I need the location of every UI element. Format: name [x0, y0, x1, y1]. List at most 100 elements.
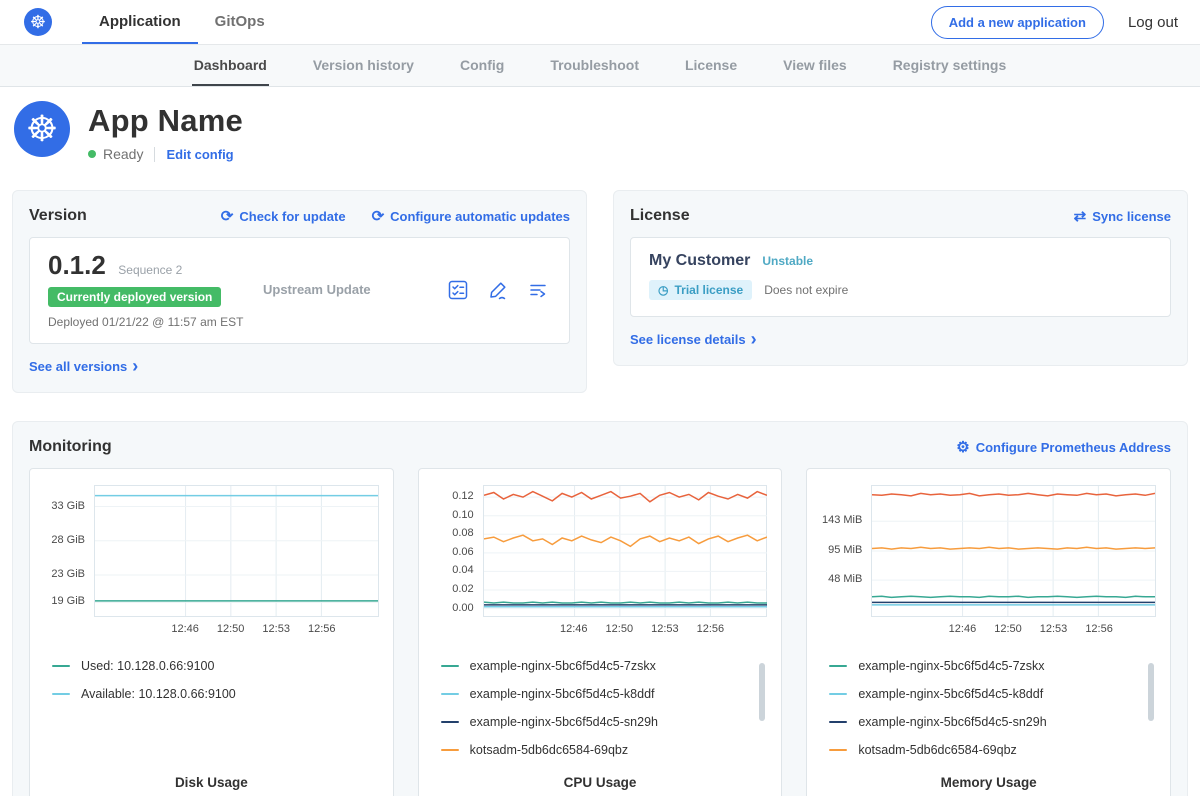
deployed-date: Deployed 01/21/22 @ 11:57 am EST [48, 315, 263, 329]
status-dot-icon [88, 150, 96, 158]
sync-arrows-icon: ⇄ [1074, 209, 1087, 224]
legend-item: kotsadm-5db6dc6584-69qbz [441, 743, 752, 757]
sequence-label: Sequence 2 [118, 263, 182, 277]
subnav-troubleshoot[interactable]: Troubleshoot [548, 45, 641, 86]
subnav-dashboard[interactable]: Dashboard [192, 45, 269, 86]
x-axis-label: 12:53 [262, 623, 290, 635]
y-axis-label: 19 GiB [51, 595, 85, 607]
sync-license-link[interactable]: ⇄ Sync license [1074, 209, 1171, 224]
version-card-title: Version [29, 207, 87, 225]
edit-config-link[interactable]: Edit config [166, 147, 233, 162]
chart-canvas [872, 486, 1155, 616]
legend-label: kotsadm-5db6dc6584-69qbz [470, 743, 628, 757]
edit-config-icon[interactable] [487, 279, 509, 301]
app-header: ☸ App Name Ready Edit config [0, 87, 1200, 180]
x-axis-label: 12:53 [1040, 623, 1068, 635]
legend-color-dash [829, 665, 847, 667]
y-axis-label: 33 GiB [51, 500, 85, 512]
chevron-right-icon: › [751, 332, 757, 346]
subnav-view-files[interactable]: View files [781, 45, 849, 86]
app-subnav: Dashboard Version history Config Trouble… [0, 45, 1200, 87]
y-axis-label: 0.02 [452, 583, 473, 595]
see-all-versions-link[interactable]: See all versions › [29, 359, 138, 374]
deploy-logs-icon[interactable] [527, 279, 549, 301]
legend-item: example-nginx-5bc6f5d4c5-7zskx [441, 659, 752, 673]
chart-series-line [484, 535, 767, 546]
monitoring-title: Monitoring [29, 438, 112, 456]
legend-scrollbar[interactable] [1148, 663, 1154, 721]
license-card-title: License [630, 207, 690, 225]
y-axis-label: 0.10 [452, 509, 473, 521]
chart-series-line [872, 493, 1155, 496]
legend-color-dash [441, 693, 459, 695]
license-card: License ⇄ Sync license My Customer Unsta… [613, 190, 1188, 366]
legend-item: example-nginx-5bc6f5d4c5-k8ddf [441, 687, 752, 701]
legend-label: example-nginx-5bc6f5d4c5-sn29h [470, 715, 658, 729]
check-for-update-label: Check for update [239, 209, 345, 224]
subnav-registry-settings[interactable]: Registry settings [891, 45, 1009, 86]
version-number: 0.1.2 [48, 250, 106, 280]
logout-link[interactable]: Log out [1128, 14, 1178, 31]
x-axis-label: 12:56 [308, 623, 336, 635]
y-axis-label: 48 MiB [828, 573, 862, 585]
x-axis-label: 12:56 [1085, 623, 1113, 635]
tab-application[interactable]: Application [82, 0, 198, 44]
legend-label: example-nginx-5bc6f5d4c5-7zskx [858, 659, 1044, 673]
chart-canvas [95, 486, 378, 616]
schedule-icon: ⟳ [372, 209, 385, 224]
trial-license-label: Trial license [674, 283, 743, 297]
subnav-config[interactable]: Config [458, 45, 506, 86]
x-axis-label: 12:53 [651, 623, 679, 635]
customer-name: My Customer [649, 252, 750, 270]
y-axis: 143 MiB 95 MiB 48 MiB [821, 485, 871, 617]
app-logo-icon: ☸ [14, 101, 70, 157]
license-expiry: Does not expire [764, 283, 848, 297]
configure-automatic-updates-link[interactable]: ⟳ Configure automatic updates [372, 209, 570, 224]
subnav-license[interactable]: License [683, 45, 739, 86]
x-axis-label: 12:46 [949, 623, 977, 635]
y-axis-label: 0.12 [452, 490, 473, 502]
legend-color-dash [52, 693, 70, 695]
see-license-details-link[interactable]: See license details › [630, 332, 757, 347]
legend-color-dash [52, 665, 70, 667]
x-axis-label: 12:50 [217, 623, 245, 635]
upstream-update-label: Upstream Update [263, 282, 447, 297]
monitoring-card: Monitoring ⚙ Configure Prometheus Addres… [12, 421, 1188, 796]
chart-canvas [484, 486, 767, 616]
x-axis-label: 12:46 [560, 623, 588, 635]
license-box: My Customer Unstable ◷ Trial license Doe… [630, 237, 1171, 317]
add-application-button[interactable]: Add a new application [931, 6, 1104, 39]
y-axis-label: 0.04 [452, 564, 473, 576]
legend-label: Used: 10.128.0.66:9100 [81, 659, 214, 673]
configure-automatic-updates-label: Configure automatic updates [390, 209, 570, 224]
x-axis: 12:4612:5012:5312:56 [871, 623, 1156, 641]
chart-legend: example-nginx-5bc6f5d4c5-7zskx example-ng… [433, 657, 768, 759]
gear-icon: ⚙ [956, 440, 969, 455]
legend-color-dash [441, 749, 459, 751]
deployed-badge: Currently deployed version [48, 287, 221, 307]
see-all-versions-label: See all versions [29, 359, 127, 374]
release-notes-icon[interactable] [447, 279, 469, 301]
y-axis: 0.120.100.080.060.040.020.00 [433, 485, 483, 617]
chart-title: CPU Usage [433, 759, 768, 790]
y-axis-label: 95 MiB [828, 544, 862, 556]
tab-gitops[interactable]: GitOps [198, 0, 282, 44]
legend-item: example-nginx-5bc6f5d4c5-sn29h [829, 715, 1140, 729]
legend-scrollbar[interactable] [759, 663, 765, 721]
legend-color-dash [829, 749, 847, 751]
y-axis-label: 143 MiB [822, 514, 862, 526]
plot-area [483, 485, 768, 617]
y-axis-label: 0.06 [452, 546, 473, 558]
app-status: Ready [103, 146, 143, 162]
legend-color-dash [441, 665, 459, 667]
legend-color-dash [829, 693, 847, 695]
chart-title: Disk Usage [44, 759, 379, 790]
legend-item: Used: 10.128.0.66:9100 [52, 659, 363, 673]
configure-prometheus-link[interactable]: ⚙ Configure Prometheus Address [956, 440, 1171, 455]
chevron-right-icon: › [132, 359, 138, 373]
subnav-version-history[interactable]: Version history [311, 45, 416, 86]
divider [154, 147, 155, 162]
clock-icon: ◷ [658, 283, 668, 297]
x-axis: 12:4612:5012:5312:56 [94, 623, 379, 641]
check-for-update-link[interactable]: ⟳ Check for update [221, 209, 346, 224]
